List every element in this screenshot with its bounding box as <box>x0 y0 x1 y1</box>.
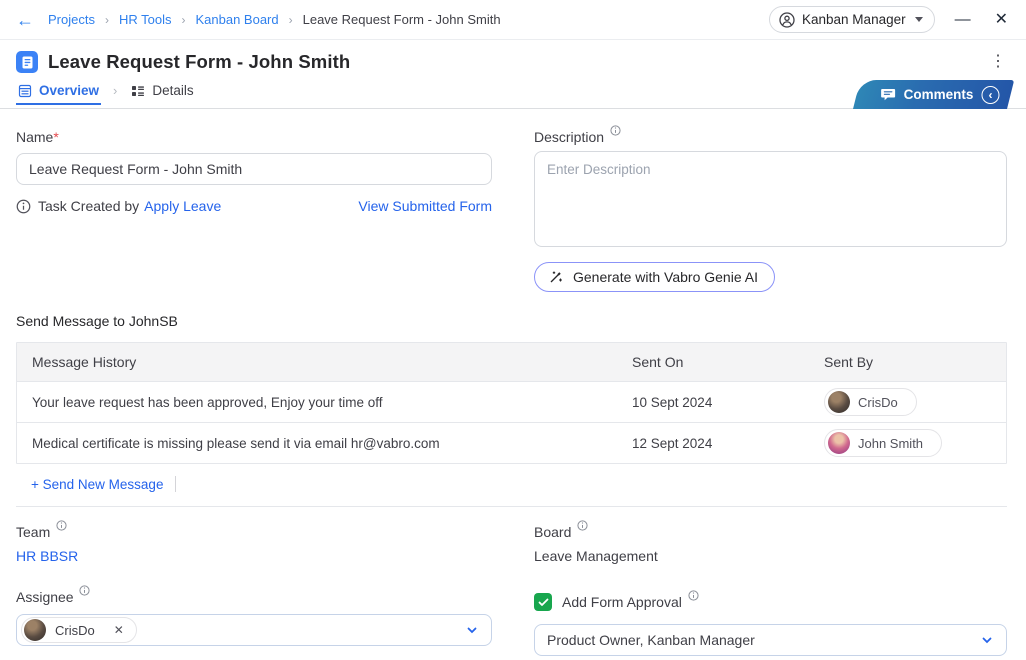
avatar <box>828 432 850 454</box>
assignee-chip-label: CrisDo <box>55 623 95 638</box>
chevron-down-icon <box>465 623 479 637</box>
user-icon <box>779 12 795 28</box>
divider <box>16 506 1007 507</box>
board-label: Board <box>534 524 1007 540</box>
minimize-icon[interactable]: — <box>951 10 975 30</box>
divider <box>175 476 176 492</box>
board-value: Leave Management <box>534 548 1007 564</box>
apply-leave-link[interactable]: Apply Leave <box>144 198 221 214</box>
overview-icon <box>18 84 32 98</box>
sender-chip: John Smith <box>824 429 942 457</box>
back-arrow-icon[interactable]: ← <box>16 11 34 29</box>
sender-name: CrisDo <box>858 395 898 410</box>
comment-icon <box>881 88 896 101</box>
breadcrumb: Projects › HR Tools › Kanban Board › Lea… <box>48 12 501 27</box>
info-icon <box>56 518 67 534</box>
tab-details-label: Details <box>152 83 193 98</box>
caret-down-icon <box>915 17 923 22</box>
tab-overview[interactable]: Overview <box>16 81 101 105</box>
user-menu-button[interactable]: Kanban Manager <box>769 6 935 33</box>
remove-assignee-icon[interactable]: ✕ <box>114 623 124 637</box>
comments-button[interactable]: Comments ‹ <box>853 80 1014 109</box>
table-row: Your leave request has been approved, En… <box>17 381 1006 422</box>
team-label: Team <box>16 524 492 540</box>
user-menu-label: Kanban Manager <box>802 12 906 27</box>
team-value-link[interactable]: HR BBSR <box>16 548 492 564</box>
breadcrumb-kanban-board[interactable]: Kanban Board <box>195 12 278 27</box>
info-icon <box>688 588 699 604</box>
info-icon <box>16 199 31 214</box>
tab-bar: Overview › Details Comments ‹ <box>0 81 1026 109</box>
avatar <box>828 391 850 413</box>
more-options-icon[interactable]: ⋮ <box>986 54 1010 70</box>
close-icon[interactable]: ✕ <box>991 10 1012 30</box>
chevron-down-icon <box>980 633 994 647</box>
approval-roles-dropdown[interactable]: Product Owner, Kanban Manager <box>534 624 1007 656</box>
top-bar: ← Projects › HR Tools › Kanban Board › L… <box>0 0 1026 40</box>
collapse-chevron-icon[interactable]: ‹ <box>982 86 1000 104</box>
column-header-sent-on: Sent On <box>632 343 824 381</box>
chevron-right-icon: › <box>289 13 293 27</box>
assignee-dropdown[interactable]: CrisDo ✕ <box>16 614 492 646</box>
view-submitted-form-link[interactable]: View Submitted Form <box>358 198 492 214</box>
assignee-label: Assignee <box>16 589 492 605</box>
details-icon <box>131 84 145 98</box>
description-label: Description <box>534 129 1007 145</box>
chevron-right-icon: › <box>113 83 117 98</box>
avatar <box>24 619 46 641</box>
sender-name: John Smith <box>858 436 923 451</box>
message-text: Medical certificate is missing please se… <box>17 426 632 461</box>
table-row: Medical certificate is missing please se… <box>17 422 1006 463</box>
generate-genie-ai-button[interactable]: Generate with Vabro Genie AI <box>534 262 775 292</box>
tab-details[interactable]: Details <box>129 81 195 105</box>
page-header: Leave Request Form - John Smith ⋮ <box>0 40 1026 81</box>
add-form-approval-label: Add Form Approval <box>562 594 699 610</box>
task-icon <box>16 51 38 73</box>
sent-on-date: 10 Sept 2024 <box>632 385 824 420</box>
breadcrumb-hr-tools[interactable]: HR Tools <box>119 12 172 27</box>
info-icon <box>79 583 90 599</box>
message-history-table: Message History Sent On Sent By Your lea… <box>16 342 1007 464</box>
chevron-right-icon: › <box>105 13 109 27</box>
required-asterisk: * <box>53 129 58 145</box>
send-message-section-label: Send Message to JohnSB <box>16 313 1007 329</box>
task-created-text: Task Created by <box>38 198 139 214</box>
assignee-chip: CrisDo ✕ <box>21 617 137 643</box>
message-text: Your leave request has been approved, En… <box>17 385 632 420</box>
magic-wand-icon <box>548 269 564 285</box>
main-content: Name* Task Created by Apply Leave View S… <box>0 109 1026 660</box>
sent-on-date: 12 Sept 2024 <box>632 426 824 461</box>
info-icon <box>577 518 588 534</box>
approval-roles-value: Product Owner, Kanban Manager <box>547 632 755 648</box>
table-header-row: Message History Sent On Sent By <box>17 343 1006 381</box>
page-title: Leave Request Form - John Smith <box>48 51 350 73</box>
send-new-message-link[interactable]: + Send New Message <box>31 477 163 492</box>
column-header-message-history: Message History <box>17 343 632 381</box>
info-icon <box>610 123 621 139</box>
add-form-approval-checkbox[interactable] <box>534 593 552 611</box>
sender-chip: CrisDo <box>824 388 917 416</box>
comments-button-label: Comments <box>904 87 974 102</box>
tab-overview-label: Overview <box>39 83 99 98</box>
name-input[interactable] <box>16 153 492 185</box>
description-textarea[interactable] <box>534 151 1007 247</box>
column-header-sent-by: Sent By <box>824 343 1006 381</box>
breadcrumb-current: Leave Request Form - John Smith <box>303 12 501 27</box>
chevron-right-icon: › <box>181 13 185 27</box>
breadcrumb-projects[interactable]: Projects <box>48 12 95 27</box>
generate-genie-ai-label: Generate with Vabro Genie AI <box>573 269 758 285</box>
name-label: Name* <box>16 129 492 145</box>
